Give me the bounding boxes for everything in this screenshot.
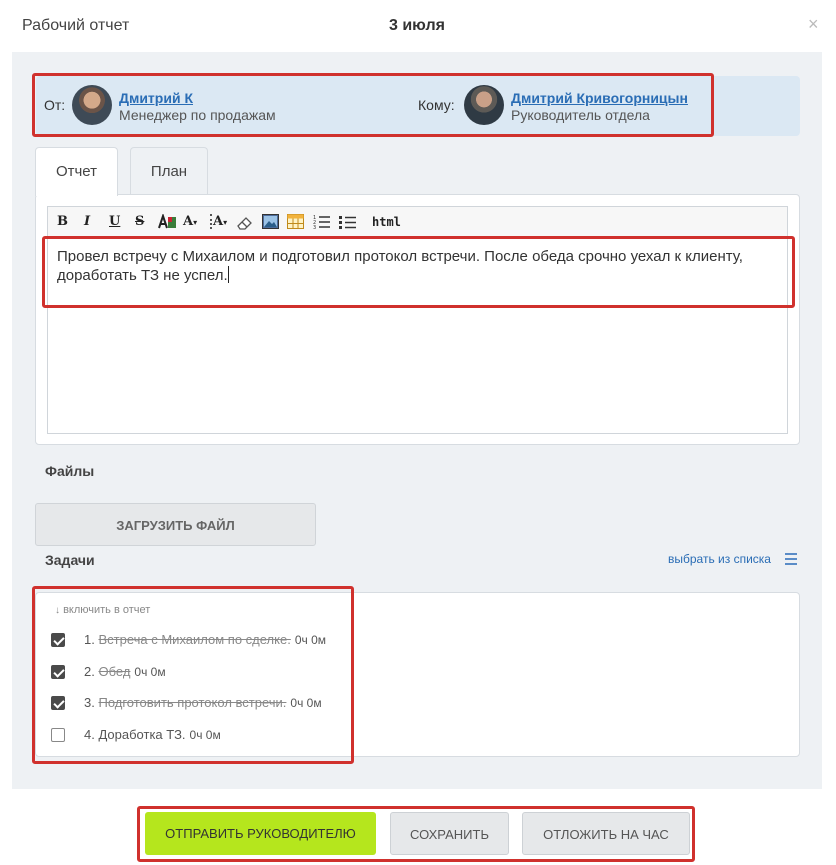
rich-text-editor[interactable]: B I U S A▾ A▾ 123 html Провел встречу с … — [47, 206, 788, 434]
dialog-header: Рабочий отчет 3 июля × — [0, 0, 836, 52]
task-title: Доработка ТЗ. — [98, 727, 186, 742]
italic-button[interactable]: I — [84, 214, 90, 230]
postpone-hour-button[interactable]: ОТЛОЖИТЬ НА ЧАС — [522, 812, 690, 855]
task-time: 0ч 0м — [294, 633, 327, 647]
tasks-label: Задачи — [45, 552, 95, 568]
from-name-link[interactable]: Дмитрий К — [119, 90, 193, 106]
tab-plan[interactable]: План — [130, 147, 208, 195]
task-text: 4. Доработка ТЗ. 0ч 0м — [84, 727, 221, 742]
include-in-report-hint: ↓ включить в отчет — [55, 604, 150, 616]
background-color-icon: A — [210, 214, 224, 229]
font-size-glyph: A — [183, 214, 194, 229]
strikethrough-button[interactable]: S — [135, 214, 144, 230]
people-bar: От: Дмитрий К Менеджер по продажам Кому:… — [36, 76, 800, 136]
dialog-title: Рабочий отчет — [22, 17, 130, 34]
task-checkbox[interactable] — [51, 728, 65, 742]
task-title: Подготовить протокол встречи. — [98, 695, 287, 710]
text-color-icon — [158, 214, 176, 229]
image-button[interactable] — [262, 214, 279, 229]
from-avatar — [72, 85, 112, 125]
editor-toolbar: B I U S A▾ A▾ 123 html — [48, 207, 787, 237]
table-icon — [287, 214, 304, 229]
eraser-icon — [237, 217, 252, 230]
bullet-list-icon — [339, 216, 356, 229]
chevron-down-icon: ▾ — [193, 217, 198, 227]
menu-icon[interactable] — [785, 553, 797, 568]
close-icon[interactable]: × — [808, 14, 819, 35]
task-checkbox[interactable] — [51, 696, 65, 710]
ordered-list-button[interactable]: 123 — [313, 214, 331, 230]
upload-file-button[interactable]: ЗАГРУЗИТЬ ФАЙЛ — [35, 503, 316, 546]
save-button[interactable]: СОХРАНИТЬ — [390, 812, 509, 855]
underline-button[interactable]: U — [109, 214, 120, 230]
task-number: 3. — [84, 695, 95, 710]
from-label: От: — [44, 97, 66, 113]
arrow-down-icon: ↓ — [55, 605, 60, 616]
to-label: Кому: — [418, 97, 455, 113]
task-checkbox[interactable] — [51, 633, 65, 647]
bullet-list-button[interactable] — [339, 214, 357, 230]
hint-text: включить в отчет — [63, 604, 151, 616]
send-to-manager-button[interactable]: ОТПРАВИТЬ РУКОВОДИТЕЛЮ — [145, 812, 376, 855]
tab-report[interactable]: Отчет — [35, 147, 118, 196]
to-name-link[interactable]: Дмитрий Кривогорницын — [511, 90, 688, 106]
editor-content[interactable]: Провел встречу с Михаилом и подготовил п… — [57, 247, 782, 285]
task-checkbox[interactable] — [51, 665, 65, 679]
task-text: 3. Подготовить протокол встречи. 0ч 0м — [84, 695, 322, 710]
task-number: 2. — [84, 664, 95, 679]
text-caret — [227, 266, 229, 283]
ordered-list-icon: 123 — [313, 215, 330, 230]
to-role: Руководитель отдела — [511, 107, 650, 123]
chevron-down-icon: ▾ — [223, 217, 228, 227]
task-time: 0ч 0м — [134, 665, 166, 679]
editor-text: Провел встречу с Михаилом и подготовил п… — [57, 248, 743, 284]
from-role: Менеджер по продажам — [119, 107, 276, 123]
report-date: 3 июля — [389, 17, 445, 34]
task-text: 2. Обед 0ч 0м — [84, 664, 166, 679]
font-size-button[interactable]: A▾ — [183, 214, 197, 230]
task-time: 0ч 0м — [189, 728, 221, 742]
task-title: Обед — [98, 664, 131, 679]
task-number: 1. — [84, 632, 95, 647]
image-icon — [262, 214, 279, 229]
background-color-button[interactable]: A▾ — [210, 214, 227, 230]
svg-text:3: 3 — [313, 225, 316, 230]
task-title: Встреча с Михаилом по сделке. — [98, 632, 291, 647]
task-time: 0ч 0м — [290, 696, 322, 710]
html-mode-button[interactable]: html — [372, 214, 401, 230]
to-avatar — [464, 85, 504, 125]
bold-button[interactable]: B — [57, 214, 68, 230]
task-number: 4. — [84, 727, 95, 742]
table-button[interactable] — [287, 214, 304, 229]
task-text: 1. Встреча с Михаилом по сделке. 0ч 0м — [84, 632, 326, 647]
text-color-button[interactable] — [158, 214, 177, 230]
pick-from-list-link[interactable]: выбрать из списка — [668, 552, 771, 566]
files-label: Файлы — [45, 463, 95, 479]
eraser-button[interactable] — [236, 214, 254, 230]
